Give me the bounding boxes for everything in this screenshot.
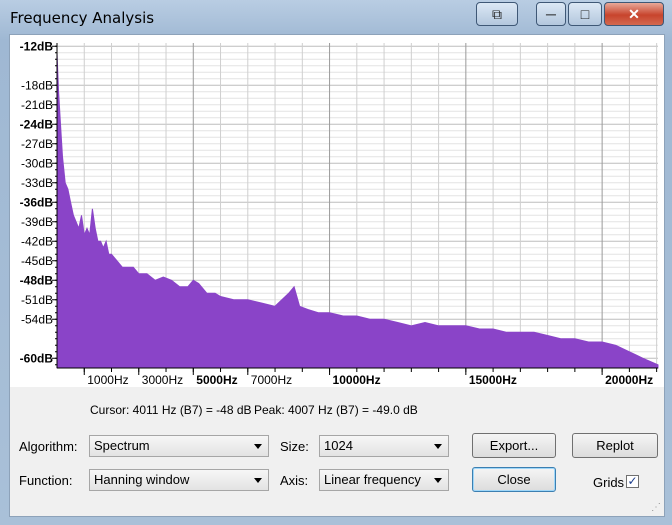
y-tick-label: -18dB	[21, 78, 53, 92]
algorithm-label: Algorithm:	[19, 439, 78, 454]
restore-icon[interactable]: ⧉	[476, 2, 518, 26]
chevron-down-icon	[254, 478, 262, 483]
function-select[interactable]: Hanning window	[89, 469, 269, 491]
chevron-down-icon	[434, 478, 442, 483]
size-select[interactable]: 1024	[319, 435, 449, 457]
close-button[interactable]: Close	[472, 467, 556, 492]
peak-readout: Peak: 4007 Hz (B7) = -49.0 dB	[254, 403, 418, 417]
cursor-readout: Cursor: 4011 Hz (B7) = -48 dB	[90, 403, 252, 417]
spectrum-plot[interactable]: -12dB -18dB -21dB -24dB -27dB -30dB -33dB -36dB…	[10, 35, 664, 387]
y-tick-label: -27dB	[21, 137, 53, 151]
resize-grip-icon[interactable]: ⋰	[651, 502, 661, 513]
replot-button[interactable]: Replot	[572, 433, 658, 458]
y-tick-label: -30dB	[21, 156, 53, 170]
y-tick-label: -60dB	[20, 351, 54, 365]
algorithm-select[interactable]: Spectrum	[89, 435, 269, 457]
x-axis-ticks: 1000Hz 3000Hz 5000Hz 7000Hz 10000Hz 15000Hz 20…	[83, 368, 658, 387]
y-tick-label: -39dB	[21, 215, 53, 229]
y-tick-label: -51dB	[21, 293, 53, 307]
spectrum-area	[56, 52, 659, 369]
x-tick-label: 10000Hz	[333, 373, 381, 387]
x-tick-label: 3000Hz	[142, 373, 183, 387]
spectrum-series	[56, 52, 659, 369]
y-tick-label: -42dB	[21, 234, 53, 248]
grids-label: Grids	[593, 475, 625, 490]
chevron-down-icon	[254, 444, 262, 449]
algorithm-value: Spectrum	[94, 438, 150, 453]
x-tick-label: 1000Hz	[87, 373, 128, 387]
function-value: Hanning window	[94, 472, 190, 487]
x-tick-label: 5000Hz	[196, 373, 237, 387]
size-value: 1024	[324, 438, 353, 453]
y-tick-label: -24dB	[20, 117, 54, 131]
y-tick-label: -45dB	[21, 254, 53, 268]
axis-select[interactable]: Linear frequency	[319, 469, 449, 491]
frequency-analysis-window: Frequency Analysis ⧉ ─ □ ✕ -12dB -18dB -21…	[0, 0, 672, 525]
window-title: Frequency Analysis	[10, 9, 155, 27]
x-tick-label: 15000Hz	[469, 373, 517, 387]
size-label: Size:	[280, 439, 309, 454]
chevron-down-icon	[434, 444, 442, 449]
y-tick-label: -48dB	[20, 273, 54, 287]
title-bar[interactable]: Frequency Analysis ⧉ ─ □ ✕	[0, 0, 672, 34]
y-tick-label: -33dB	[21, 176, 53, 190]
export-button[interactable]: Export...	[472, 433, 556, 458]
y-tick-label: -36dB	[20, 195, 54, 209]
maximize-button[interactable]: □	[568, 2, 602, 26]
y-tick-label: -12dB	[20, 39, 54, 53]
axis-label: Axis:	[280, 473, 309, 488]
plot-area[interactable]: -12dB -18dB -21dB -24dB -27dB -30dB -33dB -36dB…	[10, 35, 664, 387]
x-tick-label: 20000Hz	[605, 373, 653, 387]
y-tick-label: -21dB	[21, 98, 53, 112]
minimize-button[interactable]: ─	[536, 2, 566, 26]
function-label: Function:	[19, 473, 73, 488]
axis-value: Linear frequency	[324, 472, 421, 487]
close-window-button[interactable]: ✕	[604, 2, 664, 26]
y-axis-ticks: -12dB -18dB -21dB -24dB -27dB -30dB -33dB -36dB…	[20, 39, 57, 366]
grids-checkbox[interactable]: ✓	[626, 475, 639, 488]
dialog-client-area: -12dB -18dB -21dB -24dB -27dB -30dB -33dB -36dB…	[9, 34, 665, 517]
x-tick-label: 7000Hz	[251, 373, 292, 387]
y-tick-label: -54dB	[21, 312, 53, 326]
